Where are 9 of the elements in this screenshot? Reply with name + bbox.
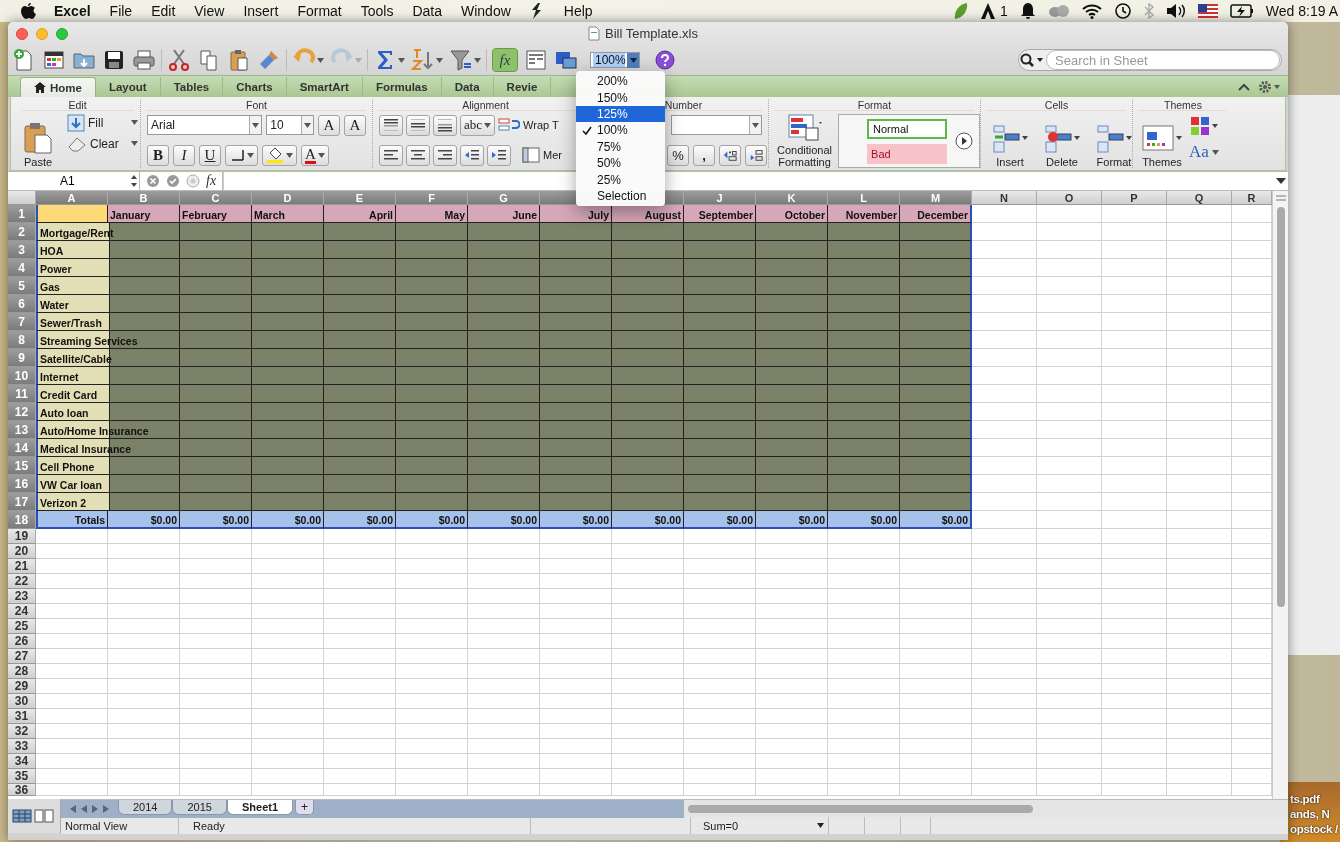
group-title: Edit [21,99,134,111]
status-text: Ready [179,817,531,834]
group-title: Cells [987,99,1126,111]
group-title: Format [775,99,974,111]
group-title: Font [147,99,366,111]
notification-count: 1 [1000,3,1008,19]
view-label: Normal View [61,817,179,834]
window-title: Bill Template.xls [605,26,698,41]
group-title: Themes [1139,99,1227,111]
